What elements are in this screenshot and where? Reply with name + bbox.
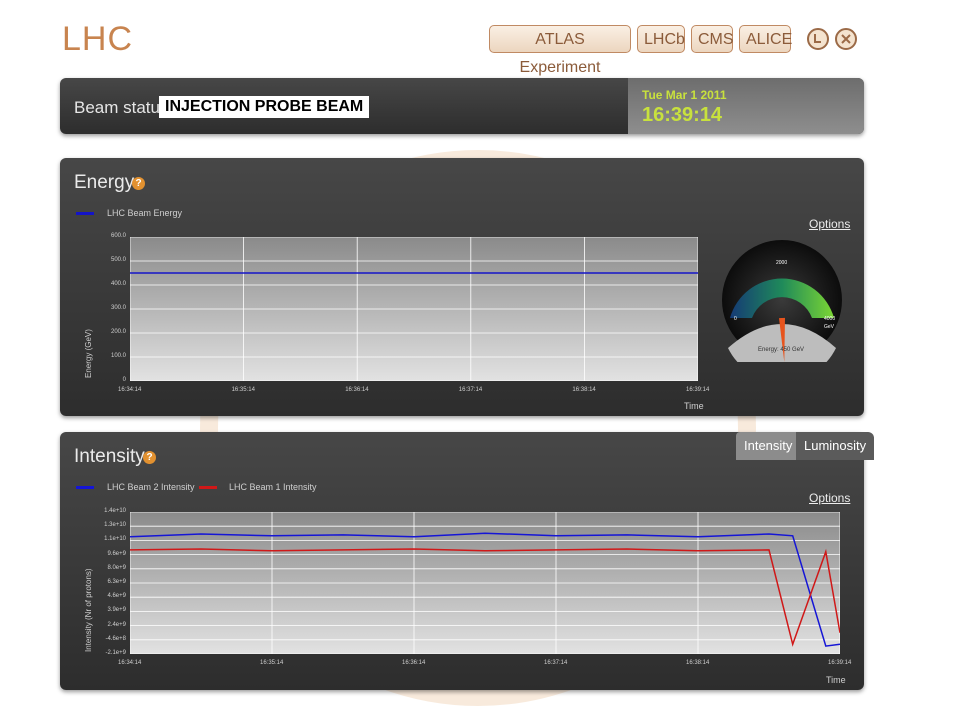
- intensity-x-tick: 16:35:14: [260, 660, 284, 666]
- intensity-plot-area: [130, 512, 840, 654]
- intensity-y-tick: 8.0e+9: [107, 564, 126, 571]
- intensity-panel: Intensity ? Intensity Luminosity LHC Bea…: [60, 432, 875, 690]
- energy-y-tick: 200.0: [110, 329, 126, 335]
- intensity-options-link[interactable]: Options: [809, 491, 850, 505]
- intensity-y-tick: 1.4e+10: [104, 508, 126, 514]
- energy-x-tick: 16:34:14: [118, 387, 142, 393]
- nav-cms-button[interactable]: CMS: [691, 25, 734, 53]
- intensity-x-tick: 16:38:14: [686, 660, 710, 666]
- gauge-tick-2000: 2000: [776, 260, 787, 266]
- datetime-box: Tue Mar 1 2011 16:39:14: [628, 78, 864, 134]
- intensity-y-tick: 9.6e+9: [107, 550, 126, 557]
- intensity-y-tick: -2.1e+9: [105, 650, 126, 656]
- energy-y-tick: 100.0: [110, 353, 126, 359]
- energy-y-tick: 300.0: [110, 305, 126, 311]
- intensity-x-tick: 16:39:14: [828, 660, 852, 666]
- energy-x-axis-label: Time: [684, 401, 704, 411]
- energy-y-axis-label: Energy (GeV): [84, 329, 93, 378]
- close-icon[interactable]: [835, 28, 857, 50]
- intensity-x-tick: 16:37:14: [544, 660, 568, 666]
- intensity-x-axis-label: Time: [826, 675, 846, 685]
- nav-lhcb-button[interactable]: LHCb: [637, 25, 685, 53]
- energy-options-link[interactable]: Options: [809, 217, 850, 231]
- legend-beam1-line: [199, 486, 217, 489]
- gauge-tick-0: 0: [734, 316, 737, 322]
- help-icon[interactable]: ?: [143, 451, 156, 464]
- lhc-logo: LHC: [62, 20, 134, 58]
- intensity-y-tick: 1.1e+10: [104, 536, 126, 543]
- legend-beam2-line: [76, 486, 94, 489]
- intensity-y-axis-label: Intensity (Nr of protons): [84, 568, 93, 652]
- beam-status-value: INJECTION PROBE BEAM: [159, 96, 370, 118]
- gauge-value-label: Energy: 450 GeV: [758, 347, 804, 353]
- tab-luminosity[interactable]: Luminosity: [796, 432, 875, 460]
- help-icon[interactable]: ?: [132, 177, 145, 190]
- intensity-y-tick: 4.6e+9: [107, 593, 126, 600]
- tab-intensity[interactable]: Intensity: [736, 432, 801, 460]
- intensity-y-tick: 6.3e+9: [107, 579, 126, 585]
- energy-x-tick: 16:35:14: [231, 387, 255, 393]
- energy-title: Energy: [74, 172, 135, 193]
- energy-y-tick: 600.0: [110, 233, 126, 239]
- energy-x-tick: 16:38:14: [572, 387, 596, 393]
- intensity-title: Intensity: [74, 446, 145, 467]
- time-text: 16:39:14: [642, 104, 723, 126]
- legend-beam1-label: LHC Beam 1 Intensity: [229, 482, 317, 492]
- intensity-y-tick: 3.9e+9: [107, 607, 126, 614]
- energy-x-tick: 16:36:14: [345, 387, 369, 393]
- minimize-icon[interactable]: [807, 28, 829, 50]
- gauge-unit: GeV: [824, 324, 835, 330]
- energy-panel: Energy ? LHC Beam Energy Options 0 100.0 2…: [60, 158, 864, 416]
- legend-beam2-label: LHC Beam 2 Intensity: [107, 482, 195, 492]
- intensity-y-tick: 2.4e+9: [107, 621, 126, 628]
- energy-x-tick: 16:37:14: [458, 387, 483, 393]
- energy-x-tick: 16:39:14: [686, 387, 710, 393]
- energy-y-tick: 500.0: [110, 257, 126, 263]
- gauge-tick-4000: 4000: [824, 316, 835, 322]
- beam-status-panel: Beam status: INJECTION PROBE BEAM Tue Ma…: [60, 78, 864, 134]
- nav-atlas-button[interactable]: ATLAS Experiment: [489, 25, 631, 76]
- nav-alice-button[interactable]: ALICE: [739, 25, 792, 53]
- energy-plot-area: [130, 237, 698, 381]
- legend-energy-label: LHC Beam Energy: [107, 208, 183, 218]
- energy-y-tick: 400.0: [110, 281, 126, 287]
- intensity-tabs: Intensity Luminosity: [736, 432, 875, 460]
- date-text: Tue Mar 1 2011: [642, 88, 727, 102]
- intensity-y-tick: -4.6e+8: [105, 635, 126, 642]
- intensity-series-line-1: [130, 548, 840, 647]
- intensity-y-tick: 1.3e+10: [104, 522, 126, 529]
- legend-energy-line: [76, 212, 94, 215]
- intensity-x-tick: 16:34:14: [118, 660, 142, 666]
- intensity-x-tick: 16:36:14: [402, 660, 426, 666]
- energy-gauge: 0 2000 4000 GeV Energy: 450 GeV: [722, 240, 842, 362]
- energy-y-tick: 0: [122, 377, 126, 383]
